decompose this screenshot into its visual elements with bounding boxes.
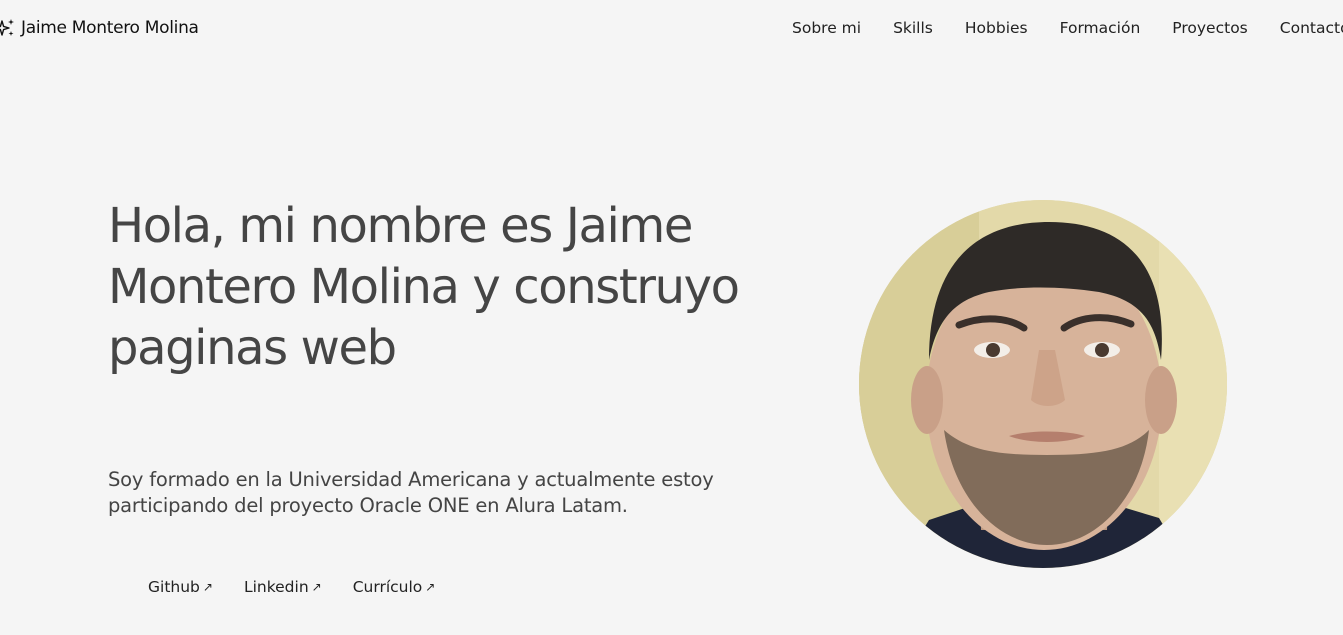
github-link-label: Github [148, 578, 200, 596]
linkedin-link[interactable]: Linkedin ↗ [244, 578, 322, 596]
linkedin-link-label: Linkedin [243, 578, 309, 596]
main-nav: Sobre mi Skills Hobbies Formación Proyec… [792, 19, 1343, 37]
sparkles-icon [0, 19, 14, 36]
site-header: Jaime Montero Molina Sobre mi Skills Hob… [0, 0, 1343, 58]
arrow-up-right-icon: ↗ [202, 580, 213, 594]
nav-item-formacion[interactable]: Formación [1060, 19, 1141, 37]
arrow-up-right-icon: ↗ [311, 580, 322, 594]
profile-portrait-image [859, 200, 1227, 568]
curriculo-link-label: Currículo [352, 578, 423, 596]
nav-item-sobre-mi[interactable]: Sobre mi [792, 19, 861, 37]
hero-description: Soy formado en la Universidad Americana … [108, 468, 714, 517]
nav-item-contacto[interactable]: Contacto [1280, 19, 1343, 37]
nav-item-skills[interactable]: Skills [893, 19, 933, 37]
social-links: Github ↗ Linkedin ↗ Currículo ↗ [148, 578, 435, 596]
profile-photo [859, 200, 1227, 568]
github-link[interactable]: Github ↗ [148, 578, 213, 596]
brand-name: Jaime Montero Molina [21, 18, 199, 38]
nav-item-proyectos[interactable]: Proyectos [1172, 19, 1247, 37]
brand-logo[interactable]: Jaime Montero Molina [0, 17, 199, 39]
curriculo-link[interactable]: Currículo ↗ [353, 578, 436, 596]
hero-title: Hola, mi nombre es Jaime Montero Molina … [108, 198, 740, 376]
arrow-up-right-icon: ↗ [425, 580, 436, 594]
nav-item-hobbies[interactable]: Hobbies [965, 19, 1028, 37]
